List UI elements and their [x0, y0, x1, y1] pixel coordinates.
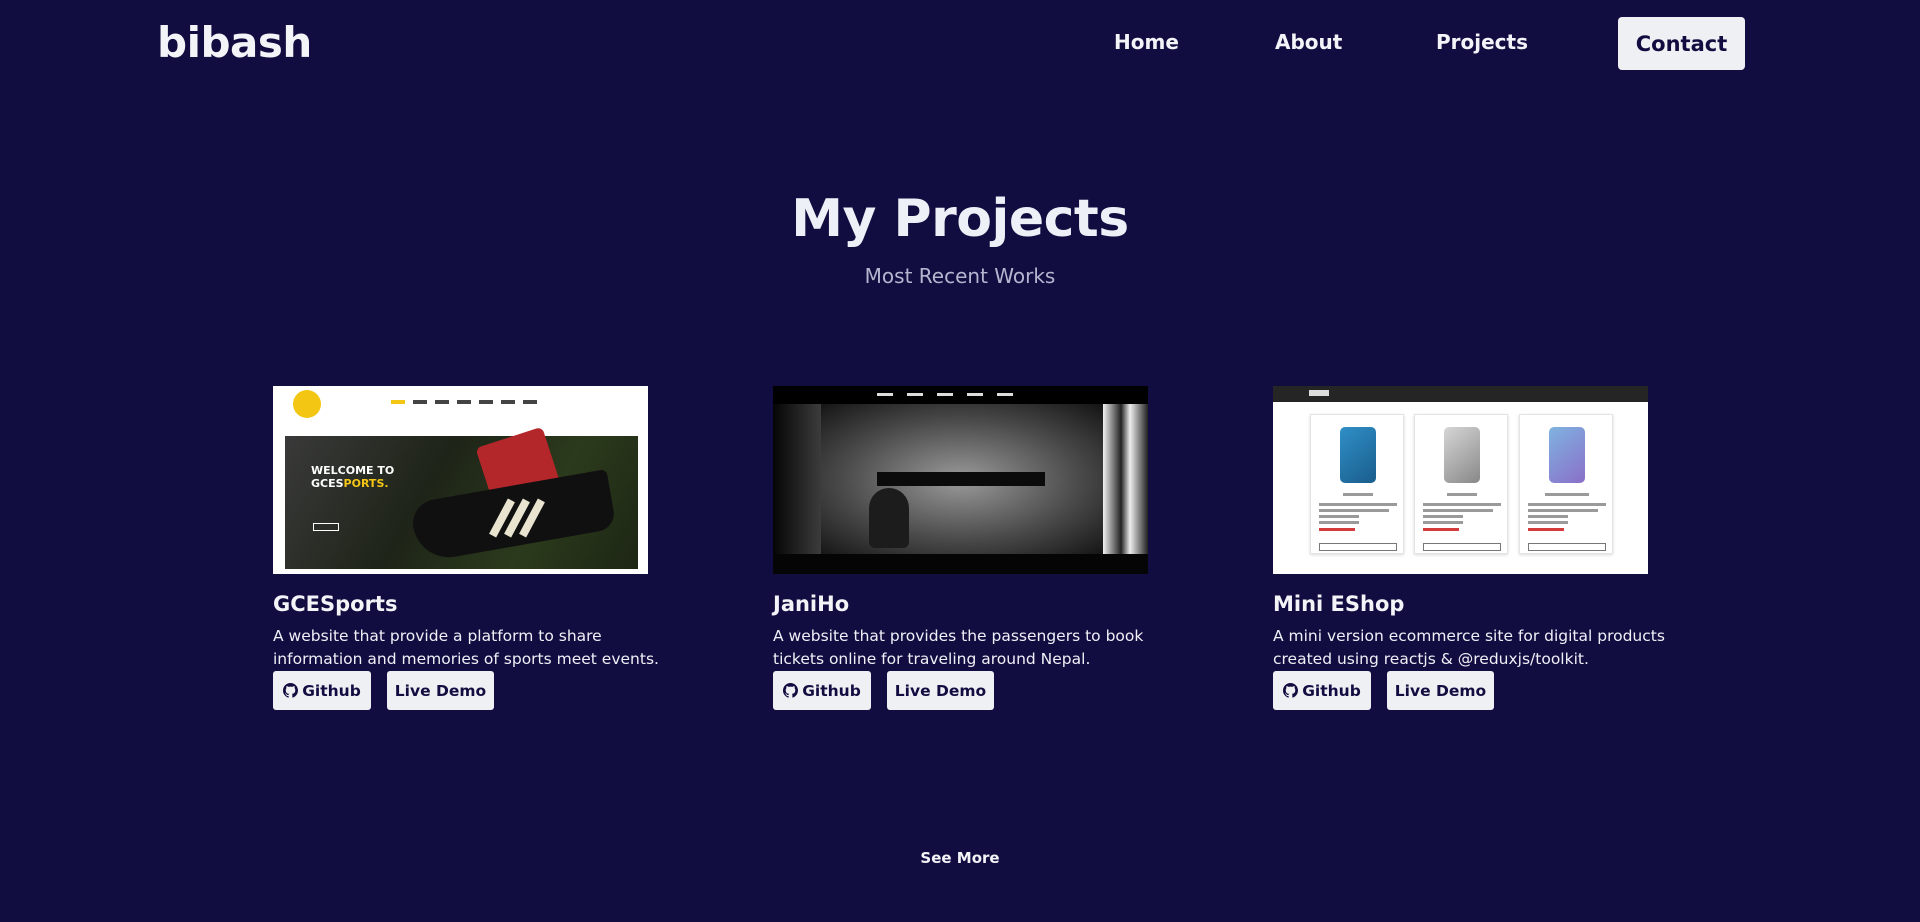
thumbnail-window-right	[1103, 404, 1148, 554]
thumbnail-menu	[877, 393, 1013, 396]
thumbnail-product-card	[1414, 414, 1508, 554]
thumbnail-menu	[391, 400, 537, 404]
github-button-label: Github	[302, 681, 361, 700]
project-thumbnail[interactable]	[773, 386, 1148, 574]
thumbnail-search-bar	[877, 472, 1045, 486]
project-card-mini-eshop: Mini EShop A mini version ecommerce site…	[1273, 386, 1673, 710]
thumbnail-person-shape	[869, 488, 909, 548]
github-button[interactable]: Github	[1273, 671, 1371, 710]
thumbnail-brand	[1309, 390, 1329, 396]
thumbnail-window-left	[773, 404, 821, 554]
live-demo-button[interactable]: Live Demo	[887, 671, 994, 710]
site-logo[interactable]: bibash	[157, 18, 312, 67]
github-button[interactable]: Github	[773, 671, 871, 710]
project-description: A mini version ecommerce site for digita…	[1273, 627, 1665, 669]
project-actions: Github Live Demo	[773, 671, 994, 710]
navbar: bibash Home About Projects Contact	[0, 0, 1920, 86]
project-actions: Github Live Demo	[273, 671, 494, 710]
thumbnail-product-card	[1519, 414, 1613, 554]
see-more-container: See More	[0, 849, 1920, 867]
github-button-label: Github	[1302, 681, 1361, 700]
nav-link-about[interactable]: About	[1275, 30, 1342, 54]
thumbnail-logo	[293, 390, 321, 418]
thumbnail-navbar	[1273, 386, 1648, 402]
contact-button[interactable]: Contact	[1618, 17, 1745, 70]
github-button-label: Github	[802, 681, 861, 700]
thumbnail-product-card	[1310, 414, 1404, 554]
thumbnail-welcome-text: WELCOME TO GCESPORTS.	[311, 464, 395, 490]
section-title: My Projects	[791, 189, 1129, 249]
live-demo-button[interactable]: Live Demo	[387, 671, 494, 710]
project-thumbnail[interactable]: WELCOME TO GCESPORTS.	[273, 386, 648, 574]
nav-link-projects[interactable]: Projects	[1436, 30, 1528, 54]
section-subtitle: Most Recent Works	[864, 264, 1056, 288]
project-title: JaniHo	[773, 592, 850, 616]
project-card-gcesports: WELCOME TO GCESPORTS. GCESports A websit…	[273, 386, 673, 710]
project-description: A website that provides the passengers t…	[773, 627, 1144, 669]
thumbnail-bottom-bar	[773, 554, 1148, 574]
github-icon	[783, 683, 799, 698]
thumbnail-navbar	[273, 386, 648, 422]
project-title: Mini EShop	[1273, 592, 1405, 616]
see-more-link[interactable]: See More	[920, 849, 999, 867]
project-card-janiho: JaniHo A website that provides the passe…	[773, 386, 1173, 710]
project-actions: Github Live Demo	[1273, 671, 1494, 710]
github-icon	[283, 683, 299, 698]
github-icon	[1283, 683, 1299, 698]
project-thumbnail[interactable]	[1273, 386, 1648, 574]
nav-link-home[interactable]: Home	[1114, 30, 1179, 54]
thumbnail-cta	[313, 523, 339, 531]
project-title: GCESports	[273, 592, 398, 616]
live-demo-button[interactable]: Live Demo	[1387, 671, 1494, 710]
thumbnail-navbar	[773, 386, 1148, 404]
github-button[interactable]: Github	[273, 671, 371, 710]
project-description: A website that provide a platform to sha…	[273, 627, 659, 669]
